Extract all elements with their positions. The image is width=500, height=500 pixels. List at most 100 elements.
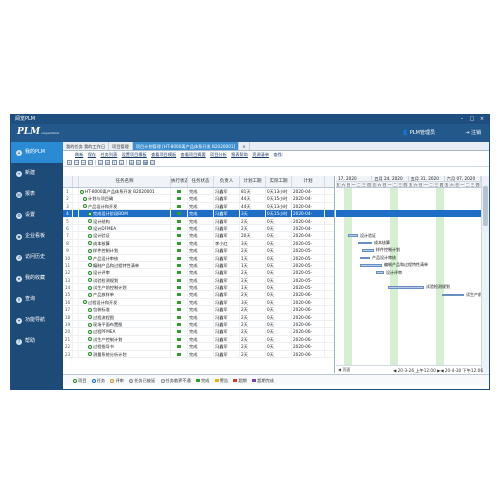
menu-task-list[interactable]: 任务列表: [100, 152, 117, 157]
menu-refresh[interactable]: 刷新: [75, 152, 83, 157]
scrollbar-thumb[interactable]: [483, 186, 488, 226]
table-row[interactable]: 9 样件控制计划 完成 冯鑫军 2天 0天 2020-05-: [63, 247, 334, 255]
minimize-icon[interactable]: –: [457, 115, 467, 124]
gantt-task-bar[interactable]: [362, 249, 374, 252]
move-up-icon[interactable]: ↑: [112, 160, 117, 165]
table-row[interactable]: 2 计划与项目确 完成 冯鑫军 44天 0天15小时 2020-04-: [63, 195, 334, 203]
task-name-cell[interactable]: 试生产前控制计划: [79, 284, 171, 291]
task-name-cell[interactable]: 过程设计和开发: [79, 298, 171, 306]
gantt-task-bar[interactable]: [358, 241, 372, 245]
table-row[interactable]: 8 成本核算 完成 李小红 3天 0天 2020-05-: [63, 239, 334, 248]
gantt-page-nav[interactable]: ◀ 页面: [338, 367, 350, 372]
sidebar-item-help[interactable]: ? 帮助: [11, 331, 63, 352]
menu-view-summary[interactable]: 查看项目摘要: [181, 152, 206, 157]
table-row[interactable]: 13 试验检测规划 完成 冯鑫军 2天 0天 2020-05-: [63, 276, 334, 285]
table-row[interactable]: 5 设计结构 完成 冯鑫军 2天 0天 2020-04-: [63, 217, 334, 225]
task-name-cell[interactable]: 过程指导书: [79, 343, 171, 350]
col-task-name[interactable]: 任务名称: [79, 176, 171, 187]
sidebar-item-dashboard[interactable]: ◉ 企业看板: [11, 226, 63, 247]
menu-save[interactable]: 保存: [88, 152, 96, 157]
gantt-task-bar[interactable]: [348, 234, 358, 237]
indent-icon[interactable]: →: [81, 160, 86, 165]
tab-my-tasks[interactable]: 我的任务 我的工作日: [63, 142, 110, 150]
table-row[interactable]: 7 设计验证 完成 冯鑫军 20天 0天 2020-04-: [63, 232, 334, 240]
unlink-icon[interactable]: ≠: [105, 160, 110, 165]
menu-set-template[interactable]: 设置项目模板: [122, 152, 147, 157]
gantt-task-bar[interactable]: [360, 264, 382, 267]
zoom-out-icon[interactable]: ⊖: [136, 160, 141, 165]
task-name-cell[interactable]: 完成设计阶段BOM: [79, 210, 171, 217]
current-user[interactable]: 👤 PLM管理员: [402, 129, 435, 136]
table-row[interactable]: 14 试生产前控制计划 完成 冯鑫军 1天 0天 2020-05-: [63, 284, 334, 292]
link-icon[interactable]: ∞: [98, 160, 103, 165]
table-row[interactable]: 23 测量系统分析计划 完成 冯鑫军 2天 0天 2020-06-: [63, 350, 334, 358]
menu-project-analysis[interactable]: 项目分析: [210, 152, 227, 157]
table-row[interactable]: 12 设计评审 完成 冯鑫军 2天 0天 2020-05-: [63, 269, 334, 277]
tab-project-plan[interactable]: 项目计划管理 [HT-8000离产品体系开发 B2020001]: [132, 142, 240, 150]
sidebar-item-history[interactable]: ↺ 访问历史: [11, 247, 63, 268]
col-plan-start[interactable]: 计划: [292, 176, 325, 187]
col-owner[interactable]: 负责人: [214, 176, 240, 187]
sidebar-item-my-plm[interactable]: ⌂ 我的PLM: [11, 142, 63, 163]
menu-resource-list[interactable]: 资源清单: [252, 152, 269, 157]
task-name-cell[interactable]: 试验检测规划: [79, 276, 171, 284]
table-row[interactable]: 15 产品放样单 完成 冯鑫军 2天 0天 2020-06-: [63, 291, 334, 299]
task-name-cell[interactable]: 设计结构: [79, 217, 171, 224]
task-name-cell[interactable]: 设计验证: [79, 232, 171, 239]
table-row[interactable]: 22 过程指导书 完成 冯鑫军 2天 0天 2020-06-: [63, 343, 334, 351]
table-row[interactable]: 19 现场平面布置图 完成 冯鑫军 2天 0天 2020-06-: [63, 321, 334, 329]
gantt-task-bar[interactable]: [360, 256, 370, 260]
sidebar-item-navigation[interactable]: ✦ 功能导航: [11, 310, 63, 331]
logout-button[interactable]: ⇥ 注销: [465, 129, 481, 136]
table-row[interactable]: 1 HT-8000离产品体系开发 B2020001 完成 冯鑫军 81天 0天13小时 20…: [63, 188, 334, 196]
print-icon[interactable]: ⎙: [150, 160, 155, 165]
col-actual-duration[interactable]: 实际工期: [266, 176, 292, 187]
tab-close-icon[interactable]: ×: [239, 142, 250, 150]
gantt-task-bar[interactable]: [442, 293, 464, 297]
sidebar-item-search[interactable]: ⚲ 查询: [11, 289, 63, 310]
outdent-icon[interactable]: ←: [88, 160, 93, 165]
task-name-cell[interactable]: 过程流程图: [79, 313, 171, 321]
table-row[interactable]: 6 设计DFMEA 完成 冯鑫军 2天 0天 2020-04-: [63, 224, 334, 233]
col-exec-status[interactable]: 执行状态: [171, 176, 188, 187]
col-task-status[interactable]: 任务状态: [188, 176, 214, 187]
table-row[interactable]: 11 编制产品和过程特性清单 完成 冯鑫军 1天 0天 2020-05-: [63, 261, 334, 270]
task-name-cell[interactable]: 产品放样单: [79, 291, 171, 298]
task-name-cell[interactable]: 设计DFMEA: [79, 224, 171, 232]
task-name-cell[interactable]: 产品设计和开发: [79, 202, 171, 210]
menu-report-help[interactable]: 报表帮助: [231, 152, 248, 157]
tab-project-management[interactable]: 项目管理: [109, 142, 133, 150]
vertical-scrollbar[interactable]: [481, 176, 489, 373]
delete-task-icon[interactable]: −: [74, 160, 79, 165]
table-row[interactable]: 17 包装标准 完成 冯鑫军 2天 0天 2020-06-: [63, 306, 334, 314]
task-name-cell[interactable]: 产品设计审核: [79, 254, 171, 261]
col-plan-duration[interactable]: 计划工期: [240, 176, 266, 187]
sidebar-item-favorites[interactable]: ★ 我的收藏: [11, 268, 63, 289]
task-name-cell[interactable]: 现场平面布置图: [79, 321, 171, 328]
task-name-cell[interactable]: 成本核算: [79, 239, 171, 247]
table-row[interactable]: 3 产品设计和开发 完成 冯鑫军 44天 0天13小时 2020-04-: [63, 202, 334, 211]
table-row[interactable]: 4 完成设计阶段BOM 完成 冯鑫军 3天 0天15小时 2020-04-: [63, 210, 334, 218]
table-row[interactable]: 21 试生产控制计划 完成 冯鑫军 2天 0天 2020-06-: [63, 335, 334, 344]
zoom-in-icon[interactable]: ⊕: [129, 160, 134, 165]
table-row[interactable]: 10 产品设计审核 完成 冯鑫军 1天 0天 2020-05-: [63, 254, 334, 262]
task-name-cell[interactable]: 过程PFMEA: [79, 328, 171, 335]
menu-find[interactable]: 查找:: [273, 152, 283, 157]
sidebar-item-settings[interactable]: ⚙ 设置: [11, 205, 63, 226]
task-name-cell[interactable]: 计划与项目确: [79, 195, 171, 202]
calendar-icon[interactable]: ▦: [143, 160, 148, 165]
table-row[interactable]: 20 过程PFMEA 完成 冯鑫军 2天 0天 2020-06-: [63, 328, 334, 336]
task-name-cell[interactable]: 样件控制计划: [79, 247, 171, 254]
task-name-cell[interactable]: 试生产控制计划: [79, 335, 171, 343]
task-name-cell[interactable]: 测量系统分析计划: [79, 350, 171, 357]
sidebar-item-reports[interactable]: ▤ 报表: [11, 184, 63, 205]
task-name-cell[interactable]: 设计评审: [79, 269, 171, 276]
maximize-icon[interactable]: □: [467, 115, 477, 124]
task-name-cell[interactable]: 包装标准: [79, 306, 171, 313]
gantt-task-bar[interactable]: [376, 271, 384, 274]
move-down-icon[interactable]: ↓: [119, 160, 124, 165]
sidebar-item-new[interactable]: + 新建: [11, 163, 63, 184]
close-icon[interactable]: ×: [477, 115, 487, 124]
task-name-cell[interactable]: 编制产品和过程特性清单: [79, 261, 171, 269]
task-name-cell[interactable]: HT-8000离产品体系开发 B2020001: [79, 188, 171, 195]
